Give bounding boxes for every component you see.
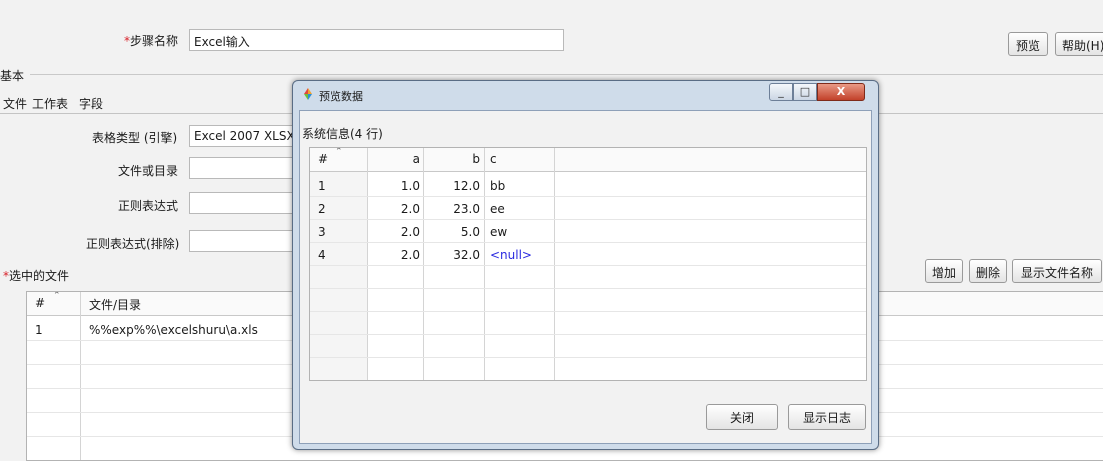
row-divider [310, 357, 866, 358]
cell-c[interactable]: bb [490, 179, 550, 193]
column-header-a[interactable]: a [372, 152, 420, 166]
row-divider [310, 265, 866, 266]
cell-a[interactable]: 2.0 [372, 248, 420, 262]
group-divider [30, 74, 1103, 75]
sort-ascending-icon: ⌃ [335, 147, 343, 157]
cell-index[interactable]: 4 [318, 248, 358, 262]
sort-ascending-icon: ⌃ [53, 291, 61, 301]
cell-a[interactable]: 1.0 [372, 179, 420, 193]
cell-index[interactable]: 2 [318, 202, 358, 216]
step-name-input[interactable]: Excel输入 [189, 29, 564, 51]
table-row-index[interactable]: 1 [35, 323, 43, 337]
maximize-icon[interactable]: □ [793, 83, 817, 101]
cell-b[interactable]: 12.0 [428, 179, 480, 193]
tab-worksheet[interactable]: 工作表 [29, 93, 71, 113]
step-name-label-text: 步骤名称 [130, 34, 179, 48]
preview-dialog: 预览数据 _ □ X 系统信息(4 行) # ⌃ a b c 1 1.0 12.0 b… [292, 80, 879, 450]
delete-button[interactable]: 删除 [969, 259, 1007, 283]
dialog-body: 系统信息(4 行) # ⌃ a b c 1 1.0 12.0 bb 2 2.0 23.0 ee… [299, 110, 872, 444]
preview-button[interactable]: 预览 [1008, 32, 1048, 56]
tab-file[interactable]: 文件 [0, 93, 30, 113]
column-divider [367, 148, 368, 380]
cell-a[interactable]: 2.0 [372, 225, 420, 239]
column-header-index[interactable]: # [35, 296, 45, 310]
cell-index[interactable]: 1 [318, 179, 358, 193]
file-or-dir-label: 文件或目录 [118, 164, 179, 178]
row-divider [310, 334, 866, 335]
minimize-icon[interactable]: _ [769, 83, 793, 101]
row-divider [310, 242, 866, 243]
column-divider [423, 148, 424, 380]
cell-b[interactable]: 5.0 [428, 225, 480, 239]
app-logo-icon [301, 87, 315, 101]
row-divider [310, 196, 866, 197]
group-label: 基本 [0, 67, 29, 84]
selected-files-label-text: 选中的文件 [9, 269, 70, 283]
row-divider [310, 311, 866, 312]
dialog-title: 预览数据 [319, 90, 363, 103]
column-divider [80, 292, 81, 460]
preview-table[interactable]: # ⌃ a b c 1 1.0 12.0 bb 2 2.0 23.0 ee 3 2.0 5.0 ew 4… [309, 147, 867, 381]
close-icon[interactable]: X [817, 83, 865, 101]
column-header-file[interactable]: 文件/目录 [89, 296, 141, 313]
step-name-label: *步骤名称 [124, 32, 178, 49]
cell-b[interactable]: 23.0 [428, 202, 480, 216]
cell-index[interactable]: 3 [318, 225, 358, 239]
show-log-button[interactable]: 显示日志 [788, 404, 866, 430]
file-or-dir-input[interactable] [189, 157, 299, 179]
column-divider [554, 148, 555, 380]
regex-exclude-label: 正则表达式(排除) [86, 237, 180, 251]
column-header-c[interactable]: c [490, 152, 497, 166]
row-divider [310, 288, 866, 289]
cell-c[interactable]: <null> [490, 248, 550, 262]
cell-c[interactable]: ew [490, 225, 550, 239]
regex-label: 正则表达式 [118, 199, 179, 213]
column-divider [484, 148, 485, 380]
add-button[interactable]: 增加 [925, 259, 963, 283]
tab-fields[interactable]: 字段 [76, 93, 106, 113]
selected-files-label: *选中的文件 [3, 267, 69, 284]
sheet-type-select[interactable]: Excel 2007 XLSX [189, 125, 299, 147]
row-divider [310, 219, 866, 220]
column-header-index[interactable]: # [318, 152, 328, 166]
cell-c[interactable]: ee [490, 202, 550, 216]
column-header-b[interactable]: b [428, 152, 480, 166]
cell-a[interactable]: 2.0 [372, 202, 420, 216]
regex-input[interactable] [189, 192, 299, 214]
dialog-title-bar[interactable]: 预览数据 _ □ X [293, 81, 878, 109]
preview-info-label: 系统信息(4 行) [302, 127, 383, 141]
cell-b[interactable]: 32.0 [428, 248, 480, 262]
close-button[interactable]: 关闭 [706, 404, 778, 430]
regex-exclude-input[interactable] [189, 230, 299, 252]
help-button[interactable]: 帮助(H) [1055, 32, 1103, 56]
show-file-names-button[interactable]: 显示文件名称 [1012, 259, 1102, 283]
sheet-type-label: 表格类型 (引擎) [92, 131, 178, 145]
table-row-path[interactable]: %%exp%%\excelshuru\a.xls [89, 323, 258, 337]
